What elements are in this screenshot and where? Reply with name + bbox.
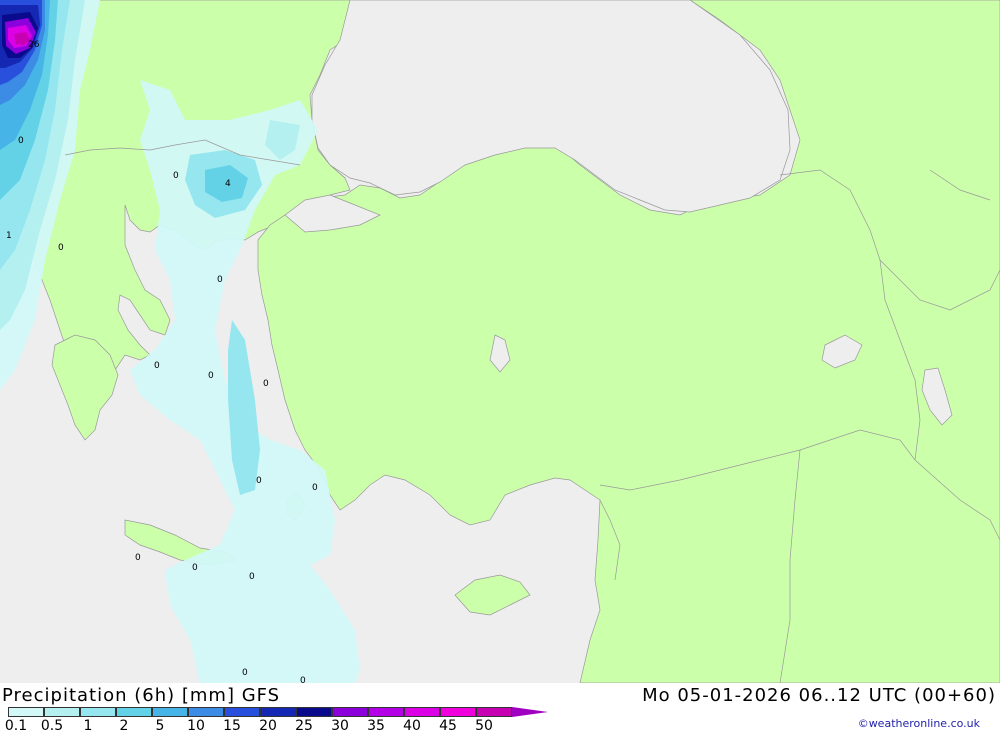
legend-swatch [80,707,116,717]
contour-label: 0 [249,572,255,582]
legend-swatch [152,707,188,717]
contour-label: 0 [263,379,269,389]
credit-link[interactable]: ©weatheronline.co.uk [858,717,980,730]
contour-label: 0 [58,243,64,253]
legend-tick-label: 45 [439,718,457,734]
contour-label: 0 [217,275,223,285]
contour-label: 0 [173,171,179,181]
contour-label: 4 [225,179,231,189]
map-footer: Precipitation (6h) [mm] GFS Mo 05-01-202… [0,683,1000,734]
legend-swatch [188,707,224,717]
contour-label: 0 [192,563,198,573]
contour-label: 0 [300,676,306,683]
legend-swatch [116,707,152,717]
legend-tick-label: 2 [119,718,129,734]
legend-swatch [224,707,260,717]
legend-tick-label: 1 [83,718,93,734]
contour-label: 0 [312,483,318,493]
legend-tick-label: 0.5 [40,718,64,734]
legend-swatch [260,707,296,717]
legend-swatch [476,707,512,717]
contour-label: 0 [154,361,160,371]
legend-swatch [44,707,80,717]
map-title: Precipitation (6h) [mm] GFS [2,685,281,706]
legend-tick-label: 5 [155,718,165,734]
legend-tick-label: 15 [223,718,241,734]
legend-tick-label: 20 [259,718,277,734]
precipitation-map[interactable]: 26 0 1 0 0 4 0 0 0 0 0 0 0 0 0 0 0 [0,0,1000,683]
contour-label: 26 [28,40,40,50]
contour-label: 0 [135,553,141,563]
legend-tick-label: 40 [403,718,421,734]
legend-tick-label: 30 [331,718,349,734]
contour-label: 0 [18,136,24,146]
legend-tick-label: 25 [295,718,313,734]
legend-swatch [440,707,476,717]
legend-tick-label: 0.1 [4,718,28,734]
legend-swatch [296,707,332,717]
legend-tick-label: 10 [187,718,205,734]
contour-label: 0 [208,371,214,381]
contour-label: 0 [256,476,262,486]
legend-arrow [512,707,548,717]
legend-tick-label: 50 [475,718,493,734]
legend-swatch [404,707,440,717]
forecast-datetime: Mo 05-01-2026 06..12 UTC (00+60) [642,685,996,706]
legend-swatch [8,707,44,717]
legend-swatch [368,707,404,717]
legend-tick-label: 35 [367,718,385,734]
contour-label: 0 [242,668,248,678]
legend-swatch [332,707,368,717]
contour-label: 1 [6,231,12,241]
